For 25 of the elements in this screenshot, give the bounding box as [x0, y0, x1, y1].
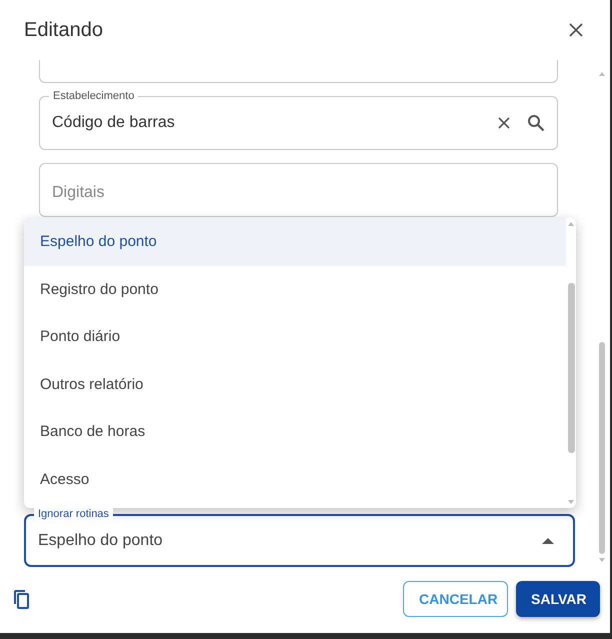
scroll-down-icon[interactable]	[568, 500, 574, 504]
menu-item[interactable]: Ponto diário	[24, 313, 566, 360]
clear-icon[interactable]	[497, 116, 511, 130]
scrollbar-thumb[interactable]	[568, 283, 574, 453]
menu-item[interactable]: Acesso	[24, 456, 566, 503]
dialog-title: Editando	[24, 18, 103, 42]
caret-icon[interactable]	[542, 538, 554, 544]
menu-item[interactable]: Registro do ponto	[24, 266, 566, 313]
scroll-up-icon[interactable]	[568, 222, 574, 226]
field-value: Espelho do ponto	[38, 532, 164, 550]
field-value: Código de barras	[52, 114, 176, 132]
menu-item[interactable]: Banco de horas	[24, 408, 566, 456]
scroll-up-icon[interactable]	[599, 72, 605, 76]
menu-item[interactable]: Espelho do ponto	[24, 218, 566, 266]
copy-icon[interactable]	[12, 589, 30, 609]
scrollbar-thumb[interactable]	[599, 342, 605, 554]
input-field[interactable]	[39, 60, 558, 83]
menu-item[interactable]: Outros relatório	[24, 360, 566, 408]
search-icon[interactable]	[527, 114, 545, 132]
field-label: Ignorar rotinas	[34, 507, 113, 521]
close-icon[interactable]	[568, 22, 584, 38]
scroll-down-icon[interactable]	[599, 558, 605, 562]
field-placeholder: Digitais	[52, 184, 106, 202]
input-field[interactable]: Digitais	[39, 163, 558, 217]
save-button[interactable]: SALVAR	[516, 581, 600, 617]
